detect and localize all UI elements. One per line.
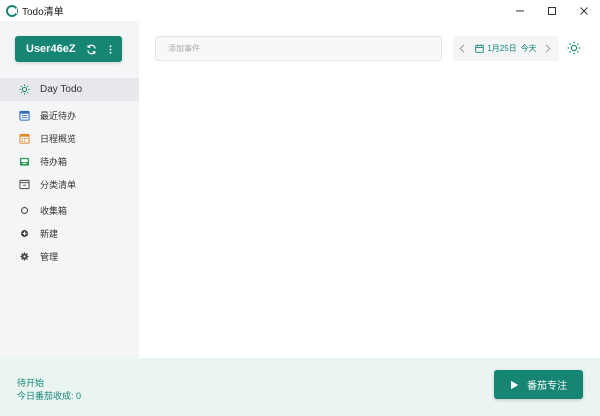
sidebar-item-label: 新建 bbox=[40, 229, 59, 239]
circle-icon bbox=[18, 205, 30, 217]
title-bar: Todo清单 bbox=[0, 0, 600, 21]
sidebar-item-label: Day Todo bbox=[40, 84, 83, 95]
sidebar-item-label: 最近待办 bbox=[40, 111, 77, 121]
more-vertical-icon bbox=[109, 44, 111, 54]
close-button[interactable] bbox=[568, 0, 600, 21]
user-name: User46eZ bbox=[26, 43, 76, 55]
maximize-icon bbox=[548, 6, 556, 15]
sidebar-item-todo-box[interactable]: 待办箱 bbox=[0, 150, 139, 173]
sidebar: User46eZ Day Todo 最近待办 日程概览 待办箱 分类清单 收集箱… bbox=[0, 21, 139, 358]
main-area: 1月25日 今天 bbox=[139, 21, 600, 358]
calendar-icon bbox=[18, 133, 30, 145]
sun-icon bbox=[567, 41, 581, 55]
sync-button[interactable] bbox=[84, 42, 98, 56]
chevron-left-icon bbox=[459, 44, 465, 53]
maximize-button[interactable] bbox=[536, 0, 568, 21]
date-label: 1月25日 bbox=[487, 44, 517, 53]
focus-button-label: 番茄专注 bbox=[527, 381, 567, 392]
sidebar-nav: Day Todo 最近待办 日程概览 待办箱 分类清单 收集箱 新建 管理 bbox=[0, 78, 139, 268]
prev-day-button[interactable] bbox=[459, 44, 467, 54]
tomato-harvest-count: 今日番茄收成: 0 bbox=[17, 391, 82, 401]
today-label: 今天 bbox=[520, 44, 537, 53]
more-button[interactable] bbox=[103, 42, 117, 56]
close-icon bbox=[580, 6, 588, 15]
plus-circle-icon bbox=[18, 228, 30, 240]
sun-icon bbox=[18, 84, 30, 96]
user-card[interactable]: User46eZ bbox=[15, 36, 122, 62]
next-day-button[interactable] bbox=[545, 44, 553, 54]
theme-toggle-button[interactable] bbox=[566, 40, 582, 56]
bottom-bar: 待开始 今日番茄收成: 0 番茄专注 bbox=[0, 358, 600, 416]
timer-status: 待开始 bbox=[17, 378, 45, 388]
sidebar-item-label: 管理 bbox=[40, 252, 59, 262]
calendar-list-icon bbox=[18, 110, 30, 122]
sidebar-item-collect-box[interactable]: 收集箱 bbox=[0, 199, 139, 222]
sidebar-item-label: 日程概览 bbox=[40, 134, 77, 144]
sidebar-item-category-list[interactable]: 分类清单 bbox=[0, 173, 139, 196]
folder-list-icon bbox=[18, 179, 30, 191]
gear-icon bbox=[18, 251, 30, 263]
calendar-small-icon bbox=[475, 44, 485, 53]
sidebar-item-new[interactable]: 新建 bbox=[0, 222, 139, 245]
inbox-icon bbox=[18, 156, 30, 168]
date-navigator: 1月25日 今天 bbox=[453, 36, 559, 61]
window-controls bbox=[504, 0, 600, 21]
window-title: Todo清单 bbox=[22, 7, 64, 18]
app-logo-icon bbox=[6, 4, 18, 17]
chevron-right-icon bbox=[545, 44, 551, 53]
sidebar-item-label: 分类清单 bbox=[40, 180, 77, 190]
sidebar-item-manage[interactable]: 管理 bbox=[0, 245, 139, 268]
minimize-button[interactable] bbox=[504, 0, 536, 21]
current-date[interactable]: 1月25日 今天 bbox=[475, 43, 537, 54]
sidebar-item-recent[interactable]: 最近待办 bbox=[0, 104, 139, 127]
add-event-input[interactable] bbox=[155, 36, 442, 61]
sidebar-item-label: 待办箱 bbox=[40, 157, 68, 167]
sidebar-item-label: 收集箱 bbox=[40, 206, 68, 216]
tomato-focus-button[interactable]: 番茄专注 bbox=[494, 370, 583, 399]
play-icon bbox=[511, 380, 519, 389]
sidebar-item-day-todo[interactable]: Day Todo bbox=[0, 78, 139, 101]
minimize-icon bbox=[516, 10, 524, 11]
sidebar-item-schedule[interactable]: 日程概览 bbox=[0, 127, 139, 150]
sync-icon bbox=[86, 44, 96, 54]
